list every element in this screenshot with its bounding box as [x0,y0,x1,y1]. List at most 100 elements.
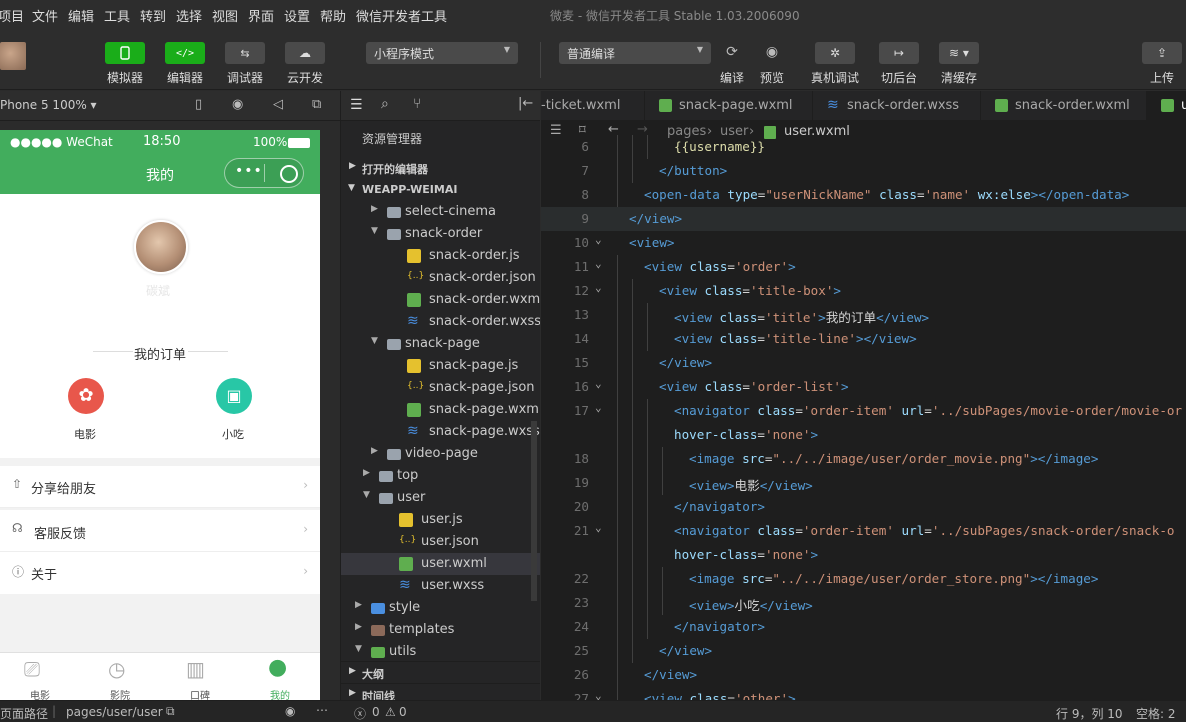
menu-item-interface[interactable]: 界面 [248,6,274,25]
tree-item[interactable]: snack-order.wxml [341,289,540,311]
git-branch-icon[interactable]: ⑂ [413,96,421,112]
debugger-toggle-button[interactable]: ⇆ [225,42,265,64]
code-area[interactable]: 6 {{username}} 7 </button> 8 <open-data type=… [541,135,1186,700]
indent-setting[interactable]: 空格: 2 [1136,705,1176,722]
section-project[interactable]: ▼ WEAPP-WEIMAI [341,179,540,201]
search-icon[interactable]: ⌕ [381,96,389,112]
menu-item-edit[interactable]: 编辑 [68,6,94,25]
chevron-down-icon: ▼ [696,45,703,54]
upload-button[interactable]: ⇪ [1142,42,1182,64]
indent-guide [632,519,633,543]
list-icon[interactable]: ☰ [350,97,363,113]
more-icon[interactable]: ⋯ [316,703,328,717]
more-icon[interactable]: ••• [235,163,263,179]
menu-item-settings[interactable]: 设置 [284,6,310,25]
menu-row-share[interactable]: ⇧ 分享给朋友 › [0,466,320,508]
warning-icon[interactable]: ⚠ [385,705,396,719]
tree-item[interactable]: {..} snack-order.json [341,267,540,289]
error-icon[interactable]: ⓧ [354,705,366,722]
tree-item[interactable]: ▶ templates [341,619,540,641]
menu-item-goto[interactable]: 转到 [140,6,166,25]
real-device-debug-button[interactable]: ✲ [815,42,855,64]
indent-guide [647,135,648,159]
tab-mine[interactable]: ● 我的 [240,653,320,702]
collapse-panel-icon[interactable]: |← [518,96,533,111]
cursor-position[interactable]: 行 9，列 10 [1056,705,1123,722]
simulator-toggle-button[interactable] [105,42,145,64]
cloud-dev-button[interactable]: ☁ [285,42,325,64]
fold-chevron-icon[interactable]: ⌄ [595,281,602,294]
phone-icon[interactable]: ▯ [195,97,202,112]
section-timeline[interactable]: ▶ 时间线 [341,683,540,700]
tab-movie[interactable]: ⎚ 电影 [0,653,80,702]
tree-item[interactable]: ▼ snack-page [341,333,540,355]
tree-item[interactable]: ≋ snack-page.wxss [341,421,540,443]
tree-item[interactable]: ▶ video-page [341,443,540,465]
close-mini-program-icon[interactable] [280,165,298,183]
fold-chevron-icon[interactable]: ⌄ [595,689,602,700]
editor-tab[interactable]: -ticket.wxml [541,91,645,121]
fold-chevron-icon[interactable]: ⌄ [595,233,602,246]
volume-icon[interactable]: ◁ [273,97,283,112]
menu-item-tools[interactable]: 工具 [104,6,130,25]
eye-icon[interactable]: ◉ [285,704,295,718]
editor-tab[interactable]: snack-page.wxml [645,91,813,121]
menu-row-service[interactable]: ☊ 客服反馈 › [0,510,320,552]
avatar[interactable] [0,42,26,70]
clear-cache-button[interactable]: ≋ ▾ [939,42,979,64]
compile-mode-select[interactable]: 普通编译 ▼ [559,42,711,64]
tree-item[interactable]: {..} user.json [341,531,540,553]
fold-chevron-icon[interactable]: ⌄ [595,257,602,270]
tab-reviews[interactable]: ▥ 口碑 [160,653,240,702]
tree-item[interactable]: user.js [341,509,540,531]
tree-item[interactable]: ▼ snack-order [341,223,540,245]
menu-item-view[interactable]: 视图 [212,6,238,25]
tree-item[interactable]: snack-page.js [341,355,540,377]
code-text: <view class='title-box'> [659,283,842,298]
editor-tab[interactable]: ≋ snack-order.wxss [813,91,981,121]
editor-tab[interactable]: snack-order.wxml [981,91,1147,121]
order-item-snack[interactable]: ▣ 小吃 [212,378,256,448]
line-number: 14 [573,331,589,346]
editor-tab[interactable]: u [1147,91,1186,121]
record-icon[interactable]: ◉ [232,97,243,112]
user-avatar[interactable] [134,220,188,274]
tree-item[interactable]: ▶ select-cinema [341,201,540,223]
tree-item[interactable]: ▶ style [341,597,540,619]
tree-item[interactable]: ▼ utils [341,641,540,663]
device-select[interactable]: Phone 5 100% ▾ [0,98,97,112]
section-outline[interactable]: ▶ 大纲 [341,661,540,683]
fold-chevron-icon[interactable]: ⌄ [595,521,602,534]
wxss-file-icon: ≋ [407,313,419,329]
tree-item[interactable]: snack-order.js [341,245,540,267]
copy-icon[interactable]: ⧉ [166,704,175,719]
editor-toggle-button[interactable]: </> [165,42,205,64]
tree-item[interactable]: ≋ user.wxss [341,575,540,597]
preview-button[interactable]: ◉ [760,40,784,64]
tree-item[interactable]: snack-page.wxml [341,399,540,421]
popout-icon[interactable]: ⧉ [312,97,321,112]
orders-card: 我的订单 ✿ 电影 ▣ 小吃 [0,334,320,458]
mode-select[interactable]: 小程序模式 ▼ [366,42,518,64]
order-item-movie[interactable]: ✿ 电影 [64,378,108,448]
tree-item[interactable]: ▼ user [341,487,540,509]
code-line: 14 <view class='title-line'></view> [541,327,1186,351]
section-open-editors[interactable]: ▶ 打开的编辑器 [341,157,540,179]
fold-chevron-icon[interactable]: ⌄ [595,401,602,414]
explorer-scrollbar[interactable] [531,421,537,601]
menu-item-help[interactable]: 帮助 [320,6,346,25]
background-button[interactable]: ↦ [879,42,919,64]
menu-row-about[interactable]: ⓘ 关于 › [0,552,320,594]
menu-item-project[interactable]: 项目 [0,6,24,25]
tree-item[interactable]: user.wxml [341,553,540,575]
menu-item-file[interactable]: 文件 [32,6,58,25]
tree-item[interactable]: {..} snack-page.json [341,377,540,399]
tree-item[interactable]: ▶ top [341,465,540,487]
service-label: 客服反馈 [34,527,87,542]
menu-item-select[interactable]: 选择 [176,6,202,25]
menu-item-wechat-devtools[interactable]: 微信开发者工具 [356,6,447,25]
tree-item[interactable]: ≋ snack-order.wxss [341,311,540,333]
tab-cinema[interactable]: ◷ 影院 [80,653,160,702]
fold-chevron-icon[interactable]: ⌄ [595,377,602,390]
compile-button[interactable]: ⟳ [720,40,744,64]
